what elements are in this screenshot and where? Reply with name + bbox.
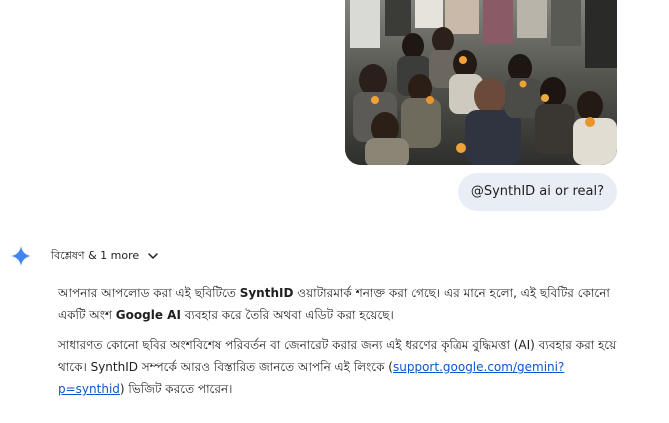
crowd-photo-illustration: [345, 0, 617, 165]
response-paragraph-1: আপনার আপলোড করা এই ছবিটিতে SynthID ওয়াট…: [58, 286, 610, 322]
uploaded-photo[interactable]: [345, 0, 617, 165]
analysis-toggle-button[interactable]: বিশ্লেষণ & 1 more: [51, 247, 159, 266]
user-query-bubble: @SynthID ai or real?: [457, 173, 617, 211]
chevron-down-icon: [147, 250, 159, 262]
chat-page: @SynthID ai or real? বিশ্লেষণ & 1 more আ…: [0, 0, 669, 423]
gemini-spark-icon: [10, 245, 32, 267]
bold-google-ai: Google AI: [115, 308, 181, 322]
user-query-text: @SynthID ai or real?: [470, 184, 604, 199]
analysis-toggle-label: বিশ্লেষণ & 1 more: [51, 248, 140, 262]
response-paragraph-2: সাধারণত কোনো ছবির অংশবিশেষ পরিবর্তন বা জ…: [58, 338, 617, 396]
bold-synthid: SynthID: [239, 286, 294, 300]
response-header: বিশ্লেষণ & 1 more: [10, 244, 159, 268]
response-body: আপনার আপলোড করা এই ছবিটিতে SynthID ওয়াট…: [58, 282, 628, 408]
